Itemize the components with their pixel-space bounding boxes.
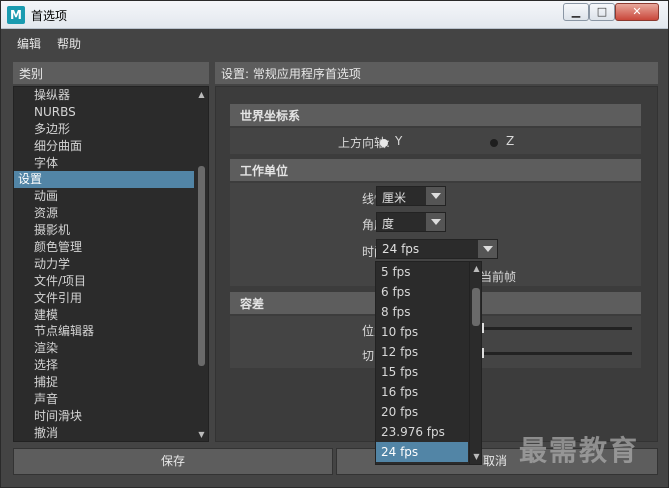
- scroll-up-icon[interactable]: ▲: [472, 264, 481, 273]
- world-section-header[interactable]: 世界坐标系: [230, 104, 641, 126]
- category-item[interactable]: 动力学: [14, 256, 208, 273]
- category-item[interactable]: 文件/项目: [14, 273, 208, 290]
- linear-unit-value: 厘米: [382, 191, 407, 205]
- category-item[interactable]: 资源: [14, 205, 208, 222]
- time-option[interactable]: 16 fps: [376, 382, 468, 402]
- category-item[interactable]: 建模: [14, 307, 208, 324]
- save-button[interactable]: 保存: [13, 448, 333, 475]
- time-option[interactable]: 6 fps: [376, 282, 468, 302]
- scroll-up-icon[interactable]: ▲: [197, 90, 206, 99]
- category-item[interactable]: 多边形: [14, 121, 208, 138]
- radio-z-label: Z: [506, 134, 515, 148]
- category-item[interactable]: 捕捉: [14, 374, 208, 391]
- category-item[interactable]: 选择: [14, 357, 208, 374]
- chevron-down-icon[interactable]: [477, 240, 497, 258]
- category-item[interactable]: 摄影机: [14, 222, 208, 239]
- time-unit-value: 24 fps: [382, 242, 420, 256]
- category-list: 操纵器 NURBS 多边形 细分曲面 字体 设置 动画 资源 摄影机 颜色管理 动力学 文件/项目 文件…: [13, 86, 209, 442]
- position-slider-handle[interactable]: [482, 323, 484, 333]
- tangent-tolerance-slider[interactable]: [482, 352, 632, 355]
- settings-header: 设置: 常规应用程序首选项: [215, 62, 658, 84]
- scroll-down-icon[interactable]: ▼: [197, 430, 206, 439]
- category-item[interactable]: 节点编辑器: [14, 323, 208, 340]
- preferences-window: M 首选项 ▁ □ ✕ 编辑 帮助 类别 操纵器 NURBS 多边形 细分曲面 字体 设置…: [0, 0, 669, 488]
- time-option[interactable]: 23.976 fps: [376, 422, 468, 442]
- time-option[interactable]: 24 fps: [376, 442, 468, 462]
- category-item[interactable]: 动画: [14, 188, 208, 205]
- radio-y[interactable]: [380, 139, 388, 147]
- minimize-button[interactable]: ▁: [563, 3, 589, 21]
- category-item[interactable]: 操纵器: [14, 87, 208, 104]
- time-option[interactable]: 20 fps: [376, 402, 468, 422]
- category-scroll-thumb[interactable]: [198, 166, 205, 366]
- category-item[interactable]: 声音: [14, 391, 208, 408]
- window-title: 首选项: [31, 9, 68, 23]
- category-item[interactable]: 文件引用: [14, 290, 208, 307]
- category-scrollbar[interactable]: ▲ ▼: [196, 88, 207, 440]
- time-option[interactable]: 12 fps: [376, 342, 468, 362]
- tangent-slider-handle[interactable]: [482, 348, 484, 358]
- menu-help[interactable]: 帮助: [57, 35, 81, 52]
- linear-unit-dropdown[interactable]: 厘米: [376, 186, 446, 206]
- dropdown-scroll-thumb[interactable]: [472, 288, 480, 326]
- category-item[interactable]: 渲染: [14, 340, 208, 357]
- scroll-down-icon[interactable]: ▼: [472, 452, 481, 461]
- menu-bar: 编辑 帮助: [1, 29, 668, 55]
- angular-unit-dropdown[interactable]: 度: [376, 212, 446, 232]
- dropdown-scrollbar[interactable]: ▲ ▼: [469, 262, 481, 464]
- category-item[interactable]: 时间滑块: [14, 408, 208, 425]
- title-bar: M 首选项 ▁ □ ✕: [1, 1, 668, 29]
- watermark-text: 最需教育: [519, 434, 640, 467]
- world-section: 上方向轴: Y Z: [230, 128, 641, 154]
- time-option[interactable]: 8 fps: [376, 302, 468, 322]
- radio-y-label: Y: [395, 134, 403, 148]
- time-option[interactable]: 15 fps: [376, 362, 468, 382]
- position-tolerance-slider[interactable]: [482, 327, 632, 330]
- radio-z[interactable]: [490, 139, 498, 147]
- category-item[interactable]: 颜色管理: [14, 239, 208, 256]
- maximize-button[interactable]: □: [589, 3, 615, 21]
- category-item[interactable]: 撤消: [14, 425, 208, 441]
- time-option[interactable]: 5 fps: [376, 262, 468, 282]
- units-section-header[interactable]: 工作单位: [230, 159, 641, 181]
- category-item[interactable]: 字体: [14, 155, 208, 172]
- chevron-down-icon[interactable]: [425, 187, 445, 205]
- category-item[interactable]: 细分曲面: [14, 138, 208, 155]
- chevron-down-icon[interactable]: [425, 213, 445, 231]
- category-header: 类别: [13, 62, 209, 84]
- category-item[interactable]: 设置: [14, 171, 194, 189]
- close-button[interactable]: ✕: [615, 3, 659, 21]
- time-dropdown-list: 5 fps 6 fps 8 fps 10 fps 12 fps 15 fps 16 fps 2…: [375, 261, 482, 465]
- maya-app-icon: M: [7, 6, 25, 24]
- time-unit-dropdown[interactable]: 24 fps: [376, 239, 498, 259]
- angular-unit-value: 度: [382, 217, 395, 231]
- time-option[interactable]: 10 fps: [376, 322, 468, 342]
- keep-current-frame-label: 当前帧: [480, 270, 517, 284]
- category-item[interactable]: NURBS: [14, 104, 208, 121]
- menu-edit[interactable]: 编辑: [17, 35, 41, 52]
